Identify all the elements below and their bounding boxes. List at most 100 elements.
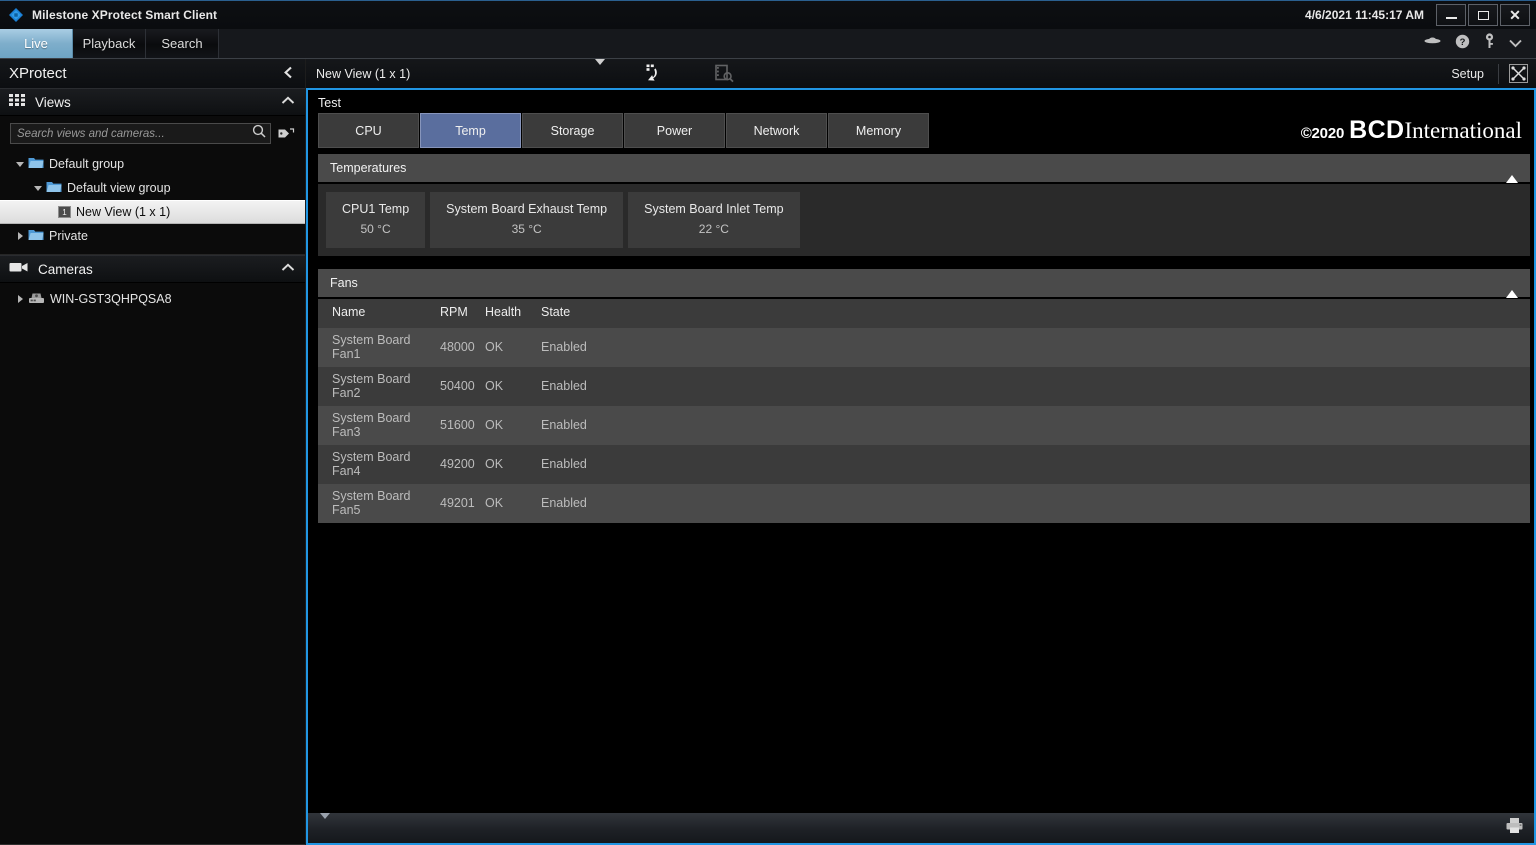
saucer-icon[interactable]	[1424, 34, 1441, 53]
plugin-tab-network[interactable]: Network	[726, 113, 827, 148]
temperature-card-name: CPU1 Temp	[342, 202, 410, 216]
expander-arrow-down-icon[interactable]	[30, 185, 46, 191]
plugin-tab-label: Power	[656, 123, 693, 138]
minimize-button[interactable]	[1436, 4, 1466, 26]
mode-tab-filler	[219, 29, 1424, 58]
tree-item-default-group[interactable]: Default group	[0, 152, 305, 176]
plugin-tab-storage[interactable]: Storage	[522, 113, 623, 148]
tag-icon[interactable]	[275, 126, 297, 141]
reload-view-icon[interactable]	[643, 64, 663, 83]
fans-section-header[interactable]: Fans	[318, 269, 1530, 298]
row-spacer	[318, 367, 332, 406]
fans-table-body: System Board Fan1 48000 OK Enabled Syste…	[318, 328, 1530, 523]
sidebar-header: XProtect	[0, 59, 305, 88]
view-layout-badge: 1	[62, 207, 67, 217]
fan-rpm: 48000	[440, 328, 485, 367]
tab-search[interactable]: Search	[146, 29, 219, 58]
fans-col-health[interactable]: Health	[485, 299, 541, 328]
temperatures-section-header[interactable]: Temperatures	[318, 154, 1530, 183]
close-button[interactable]: ✕	[1500, 4, 1530, 26]
search-icon[interactable]	[252, 124, 266, 143]
folder-icon	[28, 156, 44, 172]
caret-down-icon[interactable]	[595, 58, 606, 83]
tab-playback[interactable]: Playback	[73, 29, 146, 58]
views-panel-title: Views	[35, 94, 71, 110]
tree-item-default-view-group[interactable]: Default view group	[0, 176, 305, 200]
tree-item-recording-server[interactable]: WIN-GST3QHPQSA8	[0, 287, 305, 311]
fans-section: Fans Name RPM Health State System Board …	[308, 269, 1534, 523]
bcd-international-logo: ©2020 BCD International	[1301, 116, 1534, 145]
chevron-down-icon[interactable]	[320, 813, 330, 837]
expander-arrow-down-icon[interactable]	[12, 161, 28, 167]
folder-icon	[28, 228, 44, 244]
tab-live[interactable]: Live	[0, 29, 73, 58]
tree-item-new-view[interactable]: 1 New View (1 x 1)	[0, 200, 305, 224]
expander-arrow-right-icon[interactable]	[12, 232, 28, 240]
plugin-tab-power[interactable]: Power	[624, 113, 725, 148]
views-chevron-up-icon[interactable]	[281, 96, 295, 108]
temperature-card-value: 50 °C	[360, 222, 391, 236]
tab-playback-label: Playback	[82, 36, 136, 51]
fan-health: OK	[485, 484, 541, 523]
plugin-tab-label: Memory	[855, 123, 902, 138]
fans-table: Name RPM Health State System Board Fan1 …	[318, 299, 1530, 523]
svg-text:?: ?	[1460, 37, 1466, 48]
fan-name: System Board Fan3	[332, 406, 440, 445]
close-icon: ✕	[1509, 7, 1521, 23]
maximize-button[interactable]	[1468, 4, 1498, 26]
cameras-panel-header[interactable]: Cameras	[0, 255, 305, 283]
toolbar-divider	[1498, 63, 1499, 84]
views-panel-header[interactable]: Views	[0, 88, 305, 116]
table-row[interactable]: System Board Fan4 49200 OK Enabled	[318, 445, 1530, 484]
fans-col-name[interactable]: Name	[332, 299, 440, 328]
canvas-footer	[308, 813, 1534, 843]
tree-item-label: Private	[49, 229, 88, 243]
table-row[interactable]: System Board Fan2 50400 OK Enabled	[318, 367, 1530, 406]
fullscreen-icon[interactable]	[1509, 64, 1528, 83]
fan-health: OK	[485, 406, 541, 445]
grid-icon	[9, 93, 25, 111]
triangle-up-icon[interactable]	[1506, 276, 1518, 298]
sidebar-title: XProtect	[9, 65, 67, 82]
expander-arrow-right-icon[interactable]	[12, 295, 28, 303]
chevron-left-icon[interactable]	[283, 66, 295, 82]
search-input-wrapper[interactable]	[10, 123, 271, 144]
tree-item-label: WIN-GST3QHPQSA8	[50, 292, 172, 306]
tree-item-private[interactable]: Private	[0, 224, 305, 248]
temperature-card: System Board Exhaust Temp 35 °C	[430, 192, 624, 248]
fan-health: OK	[485, 367, 541, 406]
tree-item-label: Default group	[49, 157, 125, 171]
plugin-tab-cpu[interactable]: CPU	[318, 113, 419, 148]
triangle-up-icon[interactable]	[1506, 161, 1518, 183]
search-input[interactable]	[17, 127, 252, 140]
plugin-title: Test	[308, 90, 1534, 113]
key-icon[interactable]	[1484, 33, 1495, 54]
setup-button[interactable]: Setup	[1451, 67, 1484, 81]
film-search-icon[interactable]	[715, 64, 734, 83]
server-icon	[28, 291, 45, 307]
maximize-icon	[1477, 10, 1489, 20]
help-icon[interactable]: ?	[1455, 34, 1470, 54]
canvas-empty-area	[308, 523, 1534, 813]
fans-table-header-row: Name RPM Health State	[318, 299, 1530, 328]
table-row[interactable]: System Board Fan5 49201 OK Enabled	[318, 484, 1530, 523]
view-canvas-border: Test CPU Temp Storage Power Network Memo…	[306, 88, 1536, 845]
tab-live-label: Live	[24, 36, 48, 51]
app-body: XProtect Views Search views and cameras.…	[0, 58, 1536, 845]
table-row[interactable]: System Board Fan1 48000 OK Enabled	[318, 328, 1530, 367]
camera-icon	[9, 260, 28, 278]
section-gap	[308, 256, 1534, 269]
plugin-tab-memory[interactable]: Memory	[828, 113, 929, 148]
temperature-card: System Board Inlet Temp 22 °C	[628, 192, 800, 248]
cameras-chevron-up-icon[interactable]	[281, 263, 295, 275]
fans-col-rpm[interactable]: RPM	[440, 299, 485, 328]
table-row[interactable]: System Board Fan3 51600 OK Enabled	[318, 406, 1530, 445]
tab-search-label: Search	[161, 36, 203, 51]
temperatures-section: Temperatures CPU1 Temp 50 °C System Boar…	[308, 154, 1534, 256]
view-canvas[interactable]: Test CPU Temp Storage Power Network Memo…	[308, 90, 1534, 813]
chevron-down-icon[interactable]	[1509, 35, 1522, 53]
printer-icon[interactable]	[1505, 817, 1524, 839]
fans-col-state[interactable]: State	[541, 299, 1530, 328]
temperature-card: CPU1 Temp 50 °C	[326, 192, 426, 248]
plugin-tab-temp[interactable]: Temp	[420, 113, 521, 148]
